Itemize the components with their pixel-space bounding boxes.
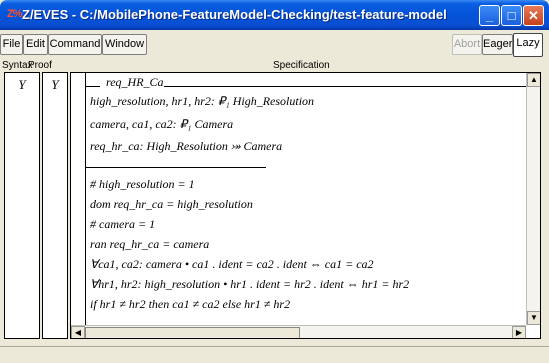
schema-box: req_HR_Ca high_resolution, hr1, hr2: ₽₁ …	[85, 73, 526, 325]
syntax-status-column: Y	[4, 72, 40, 339]
schema-top-rule-right	[164, 86, 526, 87]
schema-predicate: dom req_hr_ca = high_resolution	[90, 197, 253, 211]
schema-declaration: req_hr_ca: High_Resolution ⤖ Camera	[90, 139, 283, 153]
proof-status-value: Y	[51, 77, 59, 92]
command-menu-button[interactable]: Command	[48, 34, 102, 55]
file-menu-button[interactable]: File	[0, 34, 23, 55]
scroll-down-arrow-icon[interactable]: ▼	[527, 311, 540, 325]
minimize-button[interactable]: _	[479, 5, 500, 26]
scroll-up-arrow-icon[interactable]: ▲	[527, 73, 540, 87]
maximize-button[interactable]: □	[501, 5, 522, 26]
status-bar	[0, 346, 549, 363]
specification-column-header: Specification	[273, 60, 330, 71]
schema-top-rule-left	[86, 86, 100, 87]
scroll-left-arrow-icon[interactable]: ◀	[71, 326, 85, 338]
schema-predicate: ran req_hr_ca = camera	[90, 237, 210, 251]
schema-declaration: high_resolution, hr1, hr2: ₽₁ High_Resol…	[90, 94, 315, 108]
schema-predicate: ∀ca1, ca2: camera • ca1 . ident = ca2 . …	[90, 257, 374, 271]
schema-divider	[86, 167, 266, 168]
eager-button[interactable]: Eager	[482, 34, 513, 55]
schema-name: req_HR_Ca	[106, 75, 164, 89]
horizontal-scroll-thumb[interactable]	[85, 327, 300, 338]
proof-status-column: Y	[42, 72, 68, 339]
abort-button[interactable]: Abort	[452, 34, 482, 55]
schema-predicate: # camera = 1	[90, 217, 156, 231]
title-bar[interactable]: Z% Z/EVES - C:/MobilePhone-FeatureModel-…	[0, 0, 549, 30]
schema-declaration: camera, ca1, ca2: ₽₁ Camera	[90, 117, 234, 131]
scroll-right-arrow-icon[interactable]: ▶	[512, 326, 526, 338]
close-button[interactable]: ✕	[523, 5, 544, 26]
schema-predicate: # high_resolution = 1	[90, 177, 195, 191]
lazy-button[interactable]: Lazy	[513, 33, 543, 57]
vertical-scrollbar[interactable]: ▲ ▼	[526, 73, 540, 325]
edit-menu-button[interactable]: Edit	[23, 34, 48, 55]
window-menu-button[interactable]: Window	[102, 34, 147, 55]
proof-column-header: Proof	[28, 60, 52, 71]
toolbar: File Edit Command Window Abort Eager Laz…	[0, 32, 549, 58]
specification-editor[interactable]: req_HR_Ca high_resolution, hr1, hr2: ₽₁ …	[70, 72, 541, 339]
zeves-app-icon: Z%	[7, 8, 22, 20]
schema-predicate: if hr1 ≠ hr2 then ca1 ≠ ca2 else hr1 ≠ h…	[90, 297, 291, 311]
horizontal-scrollbar[interactable]: ◀ ▶	[71, 325, 526, 338]
schema-predicate: ∀hr1, hr2: high_resolution • hr1 . ident…	[90, 277, 410, 291]
syntax-status-value: Y	[18, 77, 26, 92]
window-title: Z/EVES - C:/MobilePhone-FeatureModel-Che…	[22, 7, 447, 22]
